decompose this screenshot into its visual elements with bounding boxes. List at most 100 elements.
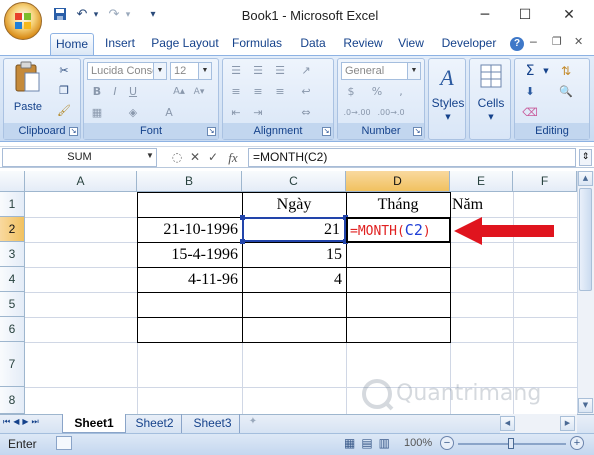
align-middle-icon[interactable]: ☰ xyxy=(249,62,267,80)
align-bottom-icon[interactable]: ☰ xyxy=(271,62,289,80)
vertical-scrollbar[interactable]: ▲ ▼ xyxy=(577,171,594,414)
name-box[interactable]: SUM xyxy=(2,148,157,167)
scroll-up-icon[interactable]: ▲ xyxy=(578,171,593,186)
insert-function-button[interactable]: fx xyxy=(224,148,242,167)
column-header-b[interactable]: B xyxy=(137,171,242,192)
tab-review[interactable]: Review xyxy=(338,33,388,55)
number-launcher-icon[interactable]: ↘ xyxy=(413,127,422,136)
styles-dropdown-icon[interactable]: ▼ xyxy=(429,109,467,125)
font-color-icon[interactable]: A xyxy=(160,104,178,122)
workbook-close-icon[interactable]: ✕ xyxy=(574,35,583,48)
increase-decimal-button[interactable]: .0→.00 xyxy=(342,104,372,122)
zoom-level[interactable]: 100% xyxy=(404,437,432,449)
column-header-a[interactable]: A xyxy=(25,171,137,192)
font-size-dropdown-icon[interactable]: ▼ xyxy=(198,63,211,79)
cell-d1[interactable]: Tháng xyxy=(346,192,450,217)
cell-c4[interactable]: 4 xyxy=(242,267,346,292)
zoom-out-icon[interactable]: − xyxy=(440,436,454,450)
cells-dropdown-icon[interactable]: ▼ xyxy=(470,109,512,125)
font-size-combo[interactable]: 12 ▼ xyxy=(170,62,212,80)
redo-icon[interactable]: ↷ xyxy=(106,7,122,23)
decrease-decimal-button[interactable]: .00→.0 xyxy=(376,104,406,122)
wrap-text-icon[interactable]: ↩ xyxy=(297,83,315,101)
cell-b3[interactable]: 15-4-1996 xyxy=(137,242,242,267)
percent-button[interactable]: % xyxy=(368,83,386,101)
bold-button[interactable]: B xyxy=(88,83,106,101)
merge-center-icon[interactable]: ⇔ xyxy=(297,104,315,122)
autosum-dropdown-icon[interactable]: ▼ xyxy=(537,62,555,80)
sheet-nav-icons[interactable]: ⏮◀▶⏭ xyxy=(3,417,42,427)
decrease-indent-icon[interactable]: ⇤ xyxy=(227,104,245,122)
customize-qat-icon[interactable]: ▾ xyxy=(146,7,160,23)
font-name-dropdown-icon[interactable]: ▼ xyxy=(153,63,166,79)
help-icon[interactable]: ? xyxy=(510,37,524,51)
column-header-c[interactable]: C xyxy=(242,171,346,192)
alignment-launcher-icon[interactable]: ↘ xyxy=(322,127,331,136)
save-icon[interactable] xyxy=(52,7,68,23)
row-header-7[interactable]: 7 xyxy=(0,342,25,387)
number-format-combo[interactable]: General ▼ xyxy=(341,62,421,80)
column-header-f[interactable]: F xyxy=(513,171,577,192)
close-button[interactable]: ✕ xyxy=(552,4,586,26)
font-launcher-icon[interactable]: ↘ xyxy=(207,127,216,136)
borders-icon[interactable]: ▦ xyxy=(88,104,106,122)
view-buttons[interactable]: ▦▤▥ xyxy=(344,436,396,450)
scroll-left-icon[interactable]: ◀ xyxy=(500,416,515,431)
macro-record-icon[interactable] xyxy=(56,436,72,450)
row-header-8[interactable]: 8 xyxy=(0,387,25,414)
format-painter-icon[interactable]: 🖌 xyxy=(56,103,72,119)
tab-developer[interactable]: Developer xyxy=(437,33,501,55)
sort-filter-icon[interactable]: ⇅ xyxy=(557,62,575,80)
row-header-3[interactable]: 3 xyxy=(0,242,25,267)
maximize-button[interactable]: ☐ xyxy=(508,4,542,26)
clipboard-launcher-icon[interactable]: ↘ xyxy=(69,127,78,136)
column-header-e[interactable]: E xyxy=(450,171,513,192)
sheet-tab-sheet2[interactable]: Sheet2 xyxy=(128,414,182,433)
cell-d2-editing[interactable]: =MONTH(C2) xyxy=(346,217,451,243)
zoom-in-icon[interactable]: + xyxy=(570,436,584,450)
fill-color-icon[interactable]: ◈ xyxy=(124,104,142,122)
tab-view[interactable]: View xyxy=(392,33,430,55)
increase-indent-icon[interactable]: ⇥ xyxy=(249,104,267,122)
cells-icon[interactable] xyxy=(478,63,504,93)
zoom-slider-thumb[interactable] xyxy=(508,438,514,449)
cell-c2[interactable]: 21 xyxy=(242,217,346,242)
shrink-font-icon[interactable]: A▾ xyxy=(190,83,208,101)
cut-icon[interactable]: ✂ xyxy=(56,63,72,79)
currency-button[interactable]: $ xyxy=(342,83,360,101)
cancel-entry-icon[interactable]: ✕ xyxy=(186,148,204,167)
italic-button[interactable]: I xyxy=(106,83,124,101)
number-format-dropdown-icon[interactable]: ▼ xyxy=(407,63,420,79)
undo-dropdown-icon[interactable]: ▾ xyxy=(90,7,102,23)
row-header-6[interactable]: 6 xyxy=(0,317,25,342)
tab-formulas[interactable]: Formulas xyxy=(228,33,286,55)
redo-dropdown-icon[interactable]: ▾ xyxy=(122,7,134,23)
minimize-button[interactable]: ─ xyxy=(468,4,502,26)
insert-sheet-icon[interactable]: ✦ xyxy=(244,416,262,431)
underline-button[interactable]: U xyxy=(124,83,142,101)
align-center-icon[interactable]: ≡ xyxy=(249,83,267,101)
find-select-icon[interactable]: 🔍 xyxy=(557,83,575,101)
select-all-corner[interactable] xyxy=(0,171,25,192)
tab-home[interactable]: Home xyxy=(50,33,94,55)
expand-formula-bar-icon[interactable]: ⇕ xyxy=(579,149,592,166)
row-header-2[interactable]: 2 xyxy=(0,217,25,242)
tab-data[interactable]: Data xyxy=(294,33,332,55)
confirm-entry-icon[interactable]: ✓ xyxy=(204,148,222,167)
grow-font-icon[interactable]: A▴ xyxy=(170,83,188,101)
cell-e1[interactable]: Năm xyxy=(450,192,513,217)
paste-button[interactable]: Paste xyxy=(6,99,50,115)
orientation-icon[interactable]: ↗ xyxy=(297,62,315,80)
sheet-tab-sheet3[interactable]: Sheet3 xyxy=(186,414,240,433)
sheet-tab-sheet1[interactable]: Sheet1 xyxy=(62,414,126,433)
align-top-icon[interactable]: ☰ xyxy=(227,62,245,80)
row-header-1[interactable]: 1 xyxy=(0,192,25,217)
scroll-down-icon[interactable]: ▼ xyxy=(578,398,593,413)
paste-icon[interactable] xyxy=(12,61,42,97)
copy-icon[interactable]: ❐ xyxy=(56,83,72,99)
cell-b2[interactable]: 21-10-1996 xyxy=(137,217,242,242)
cell-c3[interactable]: 15 xyxy=(242,242,346,267)
ribbon-restore-icon[interactable]: ❐ xyxy=(552,35,562,48)
row-header-4[interactable]: 4 xyxy=(0,267,25,292)
horizontal-scrollbar[interactable]: ◀ ▶ xyxy=(500,414,577,433)
